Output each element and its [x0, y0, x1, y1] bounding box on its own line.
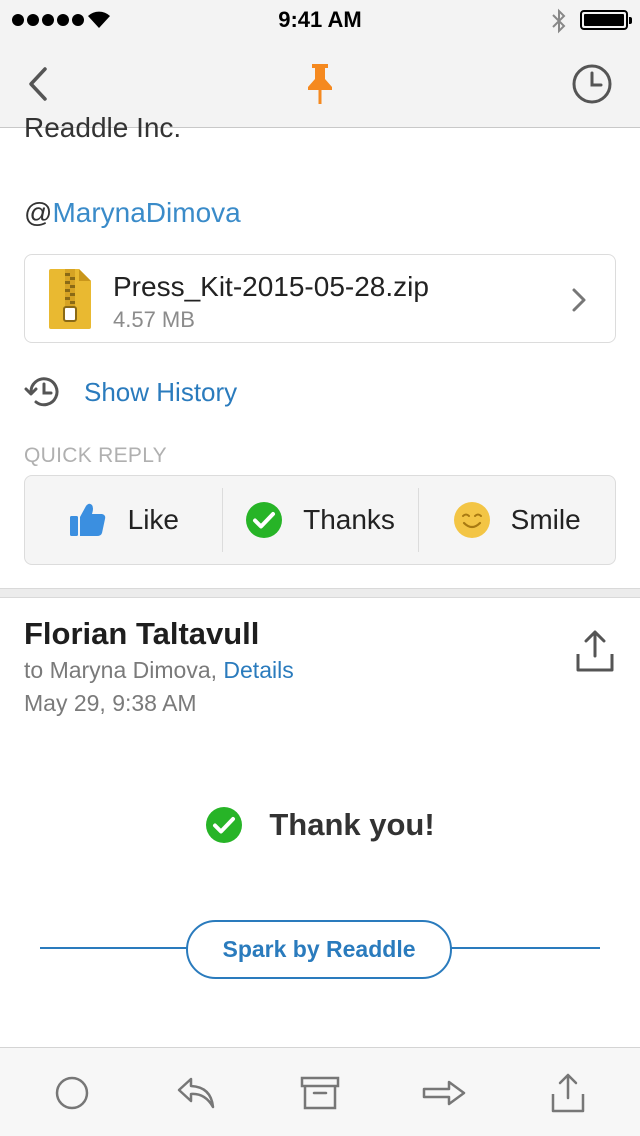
quick-reply-bar: Like Thanks Smile	[24, 475, 616, 565]
thank-you-text: Thank you!	[269, 807, 435, 842]
share-icon	[576, 630, 614, 672]
details-link[interactable]: Details	[223, 657, 293, 683]
spark-signature-button[interactable]: Spark by Readdle	[186, 920, 452, 979]
attachment-card[interactable]: Press_Kit-2015-05-28.zip 4.57 MB	[24, 254, 616, 343]
archive-icon	[300, 1076, 340, 1110]
quick-reply-smile-button[interactable]: Smile	[418, 476, 615, 564]
quick-reply-smile-label: Smile	[510, 504, 581, 535]
sender-name: Florian Taltavull	[24, 616, 260, 651]
quick-reply-like-button[interactable]: Like	[25, 476, 222, 564]
chevron-right-icon	[572, 288, 586, 312]
clipped-body-text: Readdle Inc.	[24, 112, 182, 143]
reply-icon	[177, 1077, 215, 1109]
check-circle-icon	[206, 807, 243, 843]
forward-button[interactable]	[419, 1068, 469, 1118]
archive-button[interactable]	[295, 1068, 345, 1118]
pin-icon	[308, 64, 332, 104]
message-date: May 29, 9:38 AM	[24, 690, 197, 716]
attachment-name: Press_Kit-2015-05-28.zip	[113, 271, 429, 302]
show-history-label: Show History	[84, 376, 238, 407]
status-bar: 9:41 AM	[0, 0, 640, 40]
message-share-button[interactable]	[574, 628, 616, 679]
snooze-button[interactable]	[570, 62, 614, 106]
recipient-text: to Maryna Dimova,	[24, 657, 218, 683]
share-icon	[551, 1073, 585, 1113]
battery-icon	[580, 10, 632, 30]
thank-you-body: Thank you!	[0, 806, 640, 844]
quick-reply-thanks-label: Thanks	[303, 504, 395, 535]
pin-button[interactable]	[298, 62, 342, 106]
clock-icon	[572, 64, 612, 104]
chevron-left-icon	[29, 67, 47, 101]
forward-icon	[422, 1080, 466, 1106]
share-button[interactable]	[543, 1068, 593, 1118]
mention-link[interactable]: MarynaDimova	[52, 197, 240, 228]
mention-prefix: @	[24, 197, 53, 228]
check-circle-icon	[246, 502, 283, 538]
reply-button[interactable]	[171, 1068, 221, 1118]
history-icon	[24, 377, 59, 407]
quick-reply-thanks-button[interactable]: Thanks	[221, 476, 419, 564]
thumbs-up-icon	[69, 503, 105, 536]
recipient-line: to Maryna Dimova, Details	[24, 657, 294, 684]
quick-reply-label: QUICK REPLY	[24, 444, 167, 467]
status-time: 9:41 AM	[278, 7, 362, 32]
attachment-size: 4.57 MB	[113, 307, 195, 332]
mention-line: @MarynaDimova	[24, 197, 241, 229]
back-button[interactable]	[16, 62, 60, 106]
spark-signature-label: Spark by Readdle	[222, 936, 416, 962]
zip-file-icon	[49, 269, 91, 329]
bottom-toolbar	[0, 1047, 640, 1136]
circle-icon	[55, 1076, 89, 1110]
show-history-button[interactable]: Show History	[24, 370, 237, 414]
bluetooth-icon	[552, 8, 566, 34]
smile-icon	[453, 502, 490, 538]
message-separator	[0, 588, 640, 598]
quick-reply-like-label: Like	[127, 504, 180, 535]
mark-button[interactable]	[47, 1068, 97, 1118]
